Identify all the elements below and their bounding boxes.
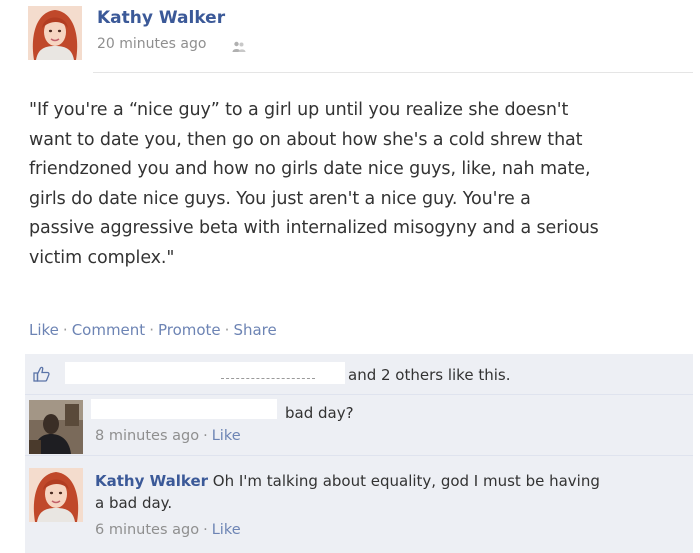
separator: · [203,522,208,538]
like-summary: and 2 others like this. [25,354,693,395]
post-message-line: victim complex." [29,247,175,268]
header-divider [93,72,693,73]
post-message-line: girls do date nice guys. You just aren't… [29,188,531,209]
comment-text: Kathy Walker Oh I'm talking about equali… [95,470,675,514]
comment-text: bad day? [285,404,354,422]
comment-meta: 6 minutes ago · Like [95,522,241,538]
redacted-commenter-name [91,399,277,419]
author-avatar[interactable] [28,6,82,60]
commenter-avatar[interactable] [29,400,83,454]
friends-icon[interactable] [232,38,246,57]
post-header: Kathy Walker 20 minutes ago [0,0,700,72]
comment-meta: 8 minutes ago · Like [95,428,241,444]
comment: bad day? 8 minutes ago · Like [25,395,693,456]
post-message: "If you're a “nice guy” to a girl up unt… [29,96,689,273]
post-message-line: "If you're a “nice guy” to a girl up unt… [29,100,569,120]
post-message-line: want to date you, then go on about how s… [29,129,583,150]
comment-time[interactable]: 6 minutes ago [95,522,199,538]
like-link[interactable]: Like [29,321,59,339]
post-message-line: friendzoned you and how no girls date ni… [29,159,591,179]
redacted-trace [221,378,315,380]
separator: · [224,321,230,339]
comment-author-name[interactable]: Kathy Walker [95,472,208,490]
comment-link[interactable]: Comment [72,321,146,339]
like-summary-text[interactable]: and 2 others like this. [348,366,510,384]
post-actions: Like · Comment · Promote · Share [29,321,277,339]
comment-text-line: a bad day. [95,494,173,512]
promote-link[interactable]: Promote [158,321,221,339]
post-message-line: passive aggressive beta with internalize… [29,218,599,238]
comment-like-link[interactable]: Like [212,522,241,538]
comment-text-line: Oh I'm talking about equality, god I mus… [212,472,600,490]
comment-time[interactable]: 8 minutes ago [95,428,199,444]
separator: · [62,321,68,339]
separator: · [149,321,154,339]
post-timestamp[interactable]: 20 minutes ago [97,36,206,52]
share-link[interactable]: Share [233,321,276,339]
thumbs-up-icon [33,366,50,386]
comment-like-link[interactable]: Like [212,428,241,444]
post-author-name[interactable]: Kathy Walker [97,8,225,28]
separator: · [203,428,208,444]
redacted-name [65,362,345,384]
comment: Kathy Walker Oh I'm talking about equali… [25,456,693,553]
feedback-area: and 2 others like this. bad day? 8 minut… [25,354,693,553]
commenter-avatar[interactable] [29,468,83,522]
